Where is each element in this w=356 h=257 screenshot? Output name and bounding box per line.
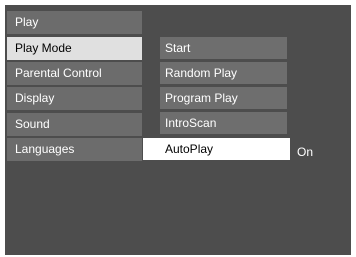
submenu-item-program-play[interactable]: Program Play (160, 87, 287, 109)
menu-item-play-mode[interactable]: Play Mode (7, 37, 142, 60)
menu-item-languages[interactable]: Languages (7, 138, 142, 161)
osd-screen: Play Play Mode Parental Control Display … (5, 5, 351, 255)
menu-item-label: Languages (15, 142, 75, 156)
submenu-item-start[interactable]: Start (160, 37, 287, 59)
submenu-item-label: AutoPlay (165, 142, 214, 156)
submenu-item-label: Random Play (165, 66, 238, 80)
menu-item-label: Play (15, 15, 39, 29)
submenu-item-autoplay[interactable]: AutoPlay (143, 138, 290, 160)
menu-item-parental-control[interactable]: Parental Control (7, 62, 142, 85)
autoplay-value: On (297, 145, 314, 159)
menu-item-label: Sound (15, 117, 50, 131)
submenu-item-introscan[interactable]: IntroScan (160, 112, 287, 134)
menu-item-play[interactable]: Play (7, 11, 142, 34)
submenu-item-random-play[interactable]: Random Play (160, 62, 287, 84)
submenu-item-label: Program Play (165, 91, 238, 105)
submenu-item-label: Start (165, 41, 191, 55)
menu-item-label: Play Mode (15, 41, 72, 55)
menu-item-sound[interactable]: Sound (7, 113, 142, 136)
menu-item-display[interactable]: Display (7, 87, 142, 110)
menu-item-label: Display (15, 91, 55, 105)
menu-item-label: Parental Control (15, 66, 102, 80)
submenu-item-label: IntroScan (165, 116, 217, 130)
